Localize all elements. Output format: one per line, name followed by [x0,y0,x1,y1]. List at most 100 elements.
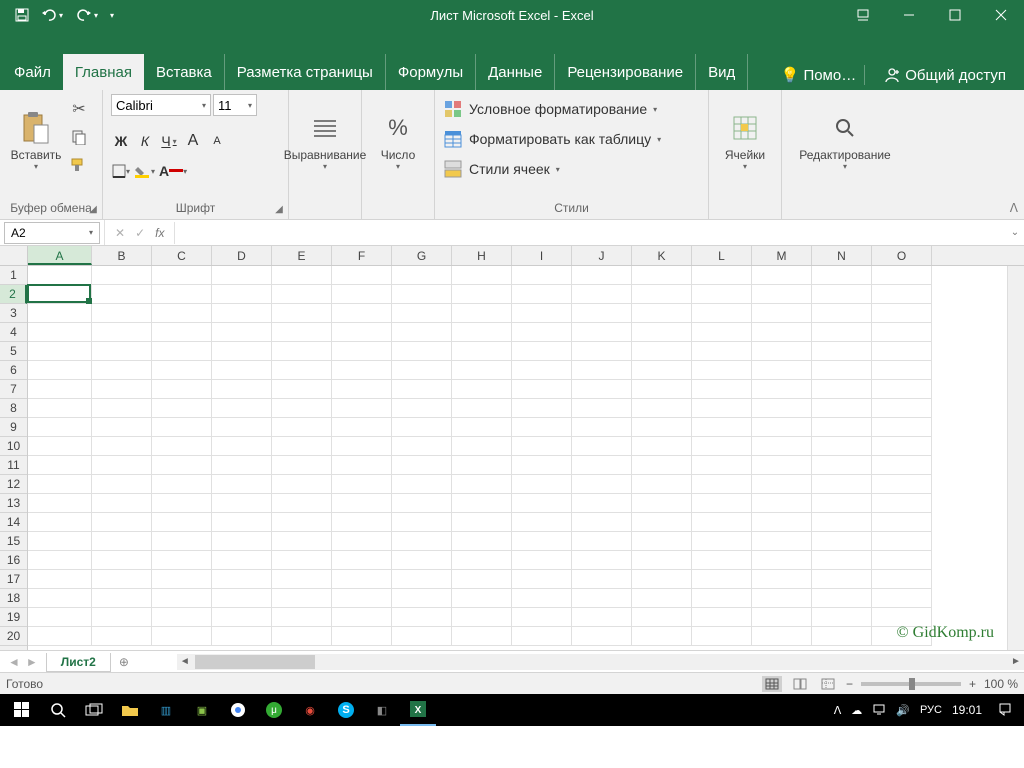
column-header[interactable]: N [812,246,872,265]
column-header[interactable]: C [152,246,212,265]
file-tab[interactable]: Файл [2,54,63,90]
italic-button[interactable]: К [135,130,155,152]
prev-sheet-icon[interactable]: ◄ [8,655,20,669]
select-all-corner[interactable] [0,246,28,265]
taskview-icon[interactable] [76,694,112,726]
alignment-button[interactable]: Выравнивание ▾ [297,94,353,184]
file-explorer-icon[interactable] [112,694,148,726]
row-header[interactable]: 13 [0,494,27,513]
search-icon[interactable] [40,694,76,726]
column-header[interactable]: G [392,246,452,265]
format-as-table-button[interactable]: Форматировать как таблицу▾ [443,124,661,154]
conditional-format-button[interactable]: Условное форматирование▾ [443,94,657,124]
tray-volume-icon[interactable]: 🔊 [896,704,910,717]
zoom-slider[interactable] [861,682,961,686]
tray-lang[interactable]: РУС [920,704,942,716]
row-header[interactable]: 16 [0,551,27,570]
maximize-icon[interactable] [932,0,978,30]
expand-formula-icon[interactable]: ⌄ [1006,227,1024,238]
app-icon-2[interactable]: ▣ [184,694,220,726]
row-header[interactable]: 20 [0,627,27,646]
cancel-formula-icon[interactable]: ✕ [115,226,125,240]
save-icon[interactable] [10,3,34,27]
chrome-icon[interactable] [220,694,256,726]
column-header[interactable]: A [28,246,92,265]
row-header[interactable]: 10 [0,437,27,456]
number-button[interactable]: % Число ▾ [370,94,426,184]
formulas-tab[interactable]: Формулы [386,54,476,90]
data-tab[interactable]: Данные [476,54,555,90]
cell-styles-button[interactable]: Стили ячеек▾ [443,154,560,184]
column-header[interactable]: L [692,246,752,265]
format-painter-icon[interactable] [68,154,90,176]
paste-button[interactable]: Вставить ▾ [8,94,64,184]
tray-network-icon[interactable] [872,703,886,718]
page-layout-view-icon[interactable] [790,676,810,692]
page-break-view-icon[interactable] [818,676,838,692]
row-header[interactable]: 11 [0,456,27,475]
review-tab[interactable]: Рецензирование [555,54,696,90]
column-header[interactable]: E [272,246,332,265]
cells-area[interactable]: © GidKomp.ru [28,266,1024,650]
utorrent-icon[interactable]: μ [256,694,292,726]
bold-button[interactable]: Ж [111,130,131,152]
notifications-icon[interactable] [998,702,1012,719]
start-icon[interactable] [4,694,40,726]
zoom-level[interactable]: 100 % [984,677,1018,691]
column-header[interactable]: I [512,246,572,265]
row-header[interactable]: 12 [0,475,27,494]
excel-taskbar-icon[interactable]: X [400,694,436,726]
row-header[interactable]: 15 [0,532,27,551]
column-header[interactable]: K [632,246,692,265]
redo-icon[interactable]: ▾ [70,3,104,27]
app-icon-3[interactable]: ◉ [292,694,328,726]
app-icon-4[interactable]: ◧ [364,694,400,726]
view-tab[interactable]: Вид [696,54,748,90]
column-header[interactable]: H [452,246,512,265]
vertical-scrollbar[interactable] [1007,266,1024,650]
clipboard-launcher-icon[interactable]: ◢ [88,204,98,214]
editing-button[interactable]: Редактирование ▾ [790,94,900,184]
sheet-tab[interactable]: Лист2 [46,653,111,672]
row-header[interactable]: 14 [0,513,27,532]
next-sheet-icon[interactable]: ► [26,655,38,669]
font-size-select[interactable]: 11▾ [213,94,257,116]
row-header[interactable]: 5 [0,342,27,361]
zoom-in-icon[interactable]: + [969,677,976,691]
fx-icon[interactable]: fx [155,226,164,240]
ribbon-options-icon[interactable] [840,0,886,30]
cells-button[interactable]: Ячейки ▾ [717,94,773,184]
row-header[interactable]: 18 [0,589,27,608]
row-header[interactable]: 4 [0,323,27,342]
column-header[interactable]: M [752,246,812,265]
tellme-label[interactable]: Помо… [803,67,856,84]
insert-tab[interactable]: Вставка [144,54,225,90]
share-button[interactable]: Общий доступ [873,60,1016,90]
font-launcher-icon[interactable]: ◢ [274,204,284,214]
column-header[interactable]: J [572,246,632,265]
tray-clock[interactable]: 19:01 [952,703,988,717]
row-header[interactable]: 19 [0,608,27,627]
normal-view-icon[interactable] [762,676,782,692]
row-header[interactable]: 9 [0,418,27,437]
border-icon[interactable]: ▾ [111,160,131,182]
undo-icon[interactable]: ▾ [40,3,64,27]
horizontal-scrollbar[interactable]: ◄► [177,654,1024,670]
tray-cloud-icon[interactable]: ☁ [851,704,862,717]
row-header[interactable]: 6 [0,361,27,380]
row-header[interactable]: 3 [0,304,27,323]
row-header[interactable]: 8 [0,399,27,418]
tray-chevron-icon[interactable]: ᐱ [834,704,842,717]
zoom-out-icon[interactable]: − [846,677,853,691]
home-tab[interactable]: Главная [63,54,144,90]
name-box[interactable]: A2▾ [4,222,100,244]
row-header[interactable]: 2 [0,285,27,304]
row-header[interactable]: 1 [0,266,27,285]
column-header[interactable]: O [872,246,932,265]
fill-color-icon[interactable]: ▾ [135,160,155,182]
font-color-icon[interactable]: A▾ [159,160,187,182]
skype-icon[interactable]: S [328,694,364,726]
column-header[interactable]: F [332,246,392,265]
app-icon-1[interactable]: ▥ [148,694,184,726]
formula-input[interactable] [174,222,1006,244]
